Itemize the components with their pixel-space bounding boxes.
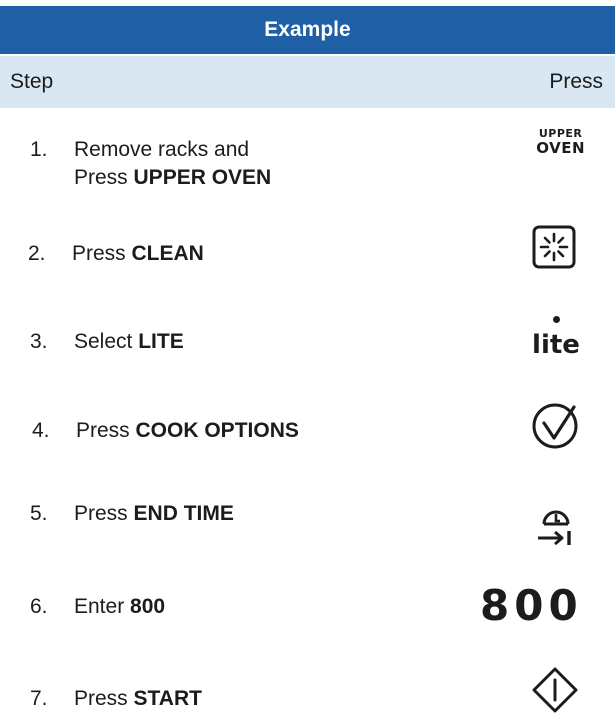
cook-options-check-icon [532,403,578,449]
step-instruction: Press COOK OPTIONS [76,419,299,442]
step-number: 2. [28,242,46,265]
step-number: 1. [30,138,48,161]
clean-icon [532,225,576,269]
step-instruction: Press END TIME [74,502,234,525]
step-number: 7. [30,687,48,710]
step-number: 3. [30,330,48,353]
number-display: 800 [480,581,583,630]
step-column-header: Step [10,70,54,93]
step-number: 5. [30,502,48,525]
step-instruction: Enter 800 [74,595,166,618]
upper-oven-key: UPPER OVEN [536,127,585,157]
column-header-row: Step Press [0,56,615,108]
step-instruction: Press CLEAN [72,242,204,265]
example-header: Example [0,6,615,54]
step-instruction: Remove racks and Press UPPER OVEN [74,138,272,189]
step-number: 6. [30,595,48,618]
step-number: 4. [32,419,50,442]
end-time-clock-icon [538,510,571,546]
step-instruction: Press START [74,687,202,710]
header-title: Example [264,18,351,41]
indicator-dot-icon [552,316,560,323]
lite-key: lite [531,316,581,358]
start-diamond-icon [532,667,578,713]
press-column-header: Press [549,70,603,93]
step-instruction: Select LITE [74,330,184,353]
